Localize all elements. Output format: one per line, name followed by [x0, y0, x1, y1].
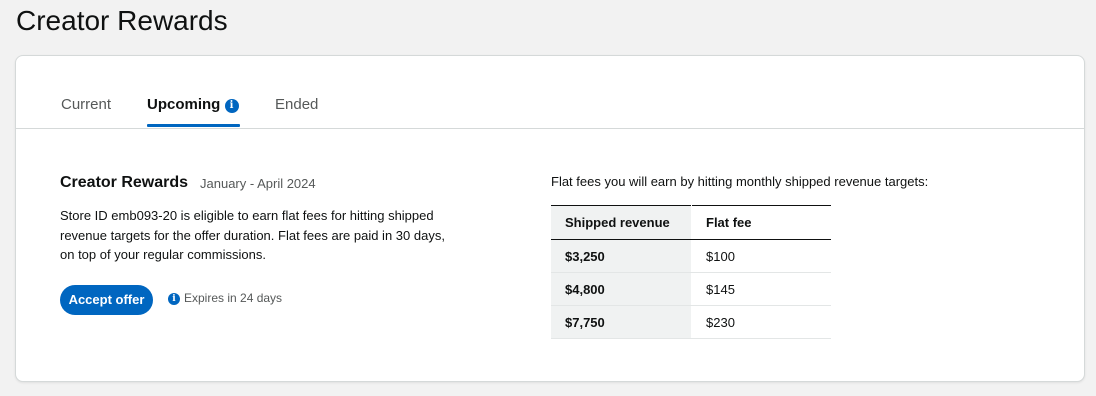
fee-table-header-row: Shipped revenue Flat fee [551, 205, 831, 240]
page-title: Creator Rewards [16, 5, 228, 36]
flat-fee-cell: $100 [691, 239, 831, 273]
table-row: $7,750 $230 [551, 305, 831, 339]
info-icon: i [168, 293, 180, 305]
accept-offer-button[interactable]: Accept offer [60, 285, 153, 315]
expiry-text: Expires in 24 days [184, 291, 283, 305]
tab-bar: Current Upcoming i Ended [16, 56, 1084, 129]
tab-ended[interactable]: Ended [275, 95, 318, 115]
offer-title: Creator Rewards [60, 174, 189, 191]
expiry-notice: i Expires in 24 days [168, 290, 282, 306]
shipped-revenue-cell: $7,750 [551, 305, 692, 339]
info-icon[interactable]: i [224, 99, 239, 113]
flat-fee-cell: $145 [691, 272, 831, 306]
offer-period: January - April 2024 [200, 176, 316, 191]
column-header-shipped-revenue: Shipped revenue [551, 205, 692, 240]
active-tab-indicator [147, 124, 240, 127]
fee-table-caption: Flat fees you will earn by hitting month… [551, 174, 929, 189]
column-header-flat-fee: Flat fee [691, 205, 831, 240]
tab-upcoming[interactable]: Upcoming i [147, 95, 239, 115]
tab-ended-label: Ended [275, 96, 319, 113]
fee-table: Shipped revenue Flat fee $3,250 $100 $4,… [551, 205, 831, 339]
table-row: $4,800 $145 [551, 272, 831, 306]
table-row: $3,250 $100 [551, 239, 831, 273]
tab-current[interactable]: Current [61, 95, 111, 115]
tab-current-label: Current [61, 96, 112, 113]
flat-fee-cell: $230 [691, 305, 831, 339]
tab-upcoming-label: Upcoming [147, 96, 221, 113]
shipped-revenue-cell: $3,250 [551, 239, 692, 273]
shipped-revenue-cell: $4,800 [551, 272, 692, 306]
offer-description: Store ID emb093-20 is eligible to earn f… [60, 208, 445, 262]
rewards-card: Current Upcoming i Ended Creator Rewards… [15, 55, 1085, 382]
